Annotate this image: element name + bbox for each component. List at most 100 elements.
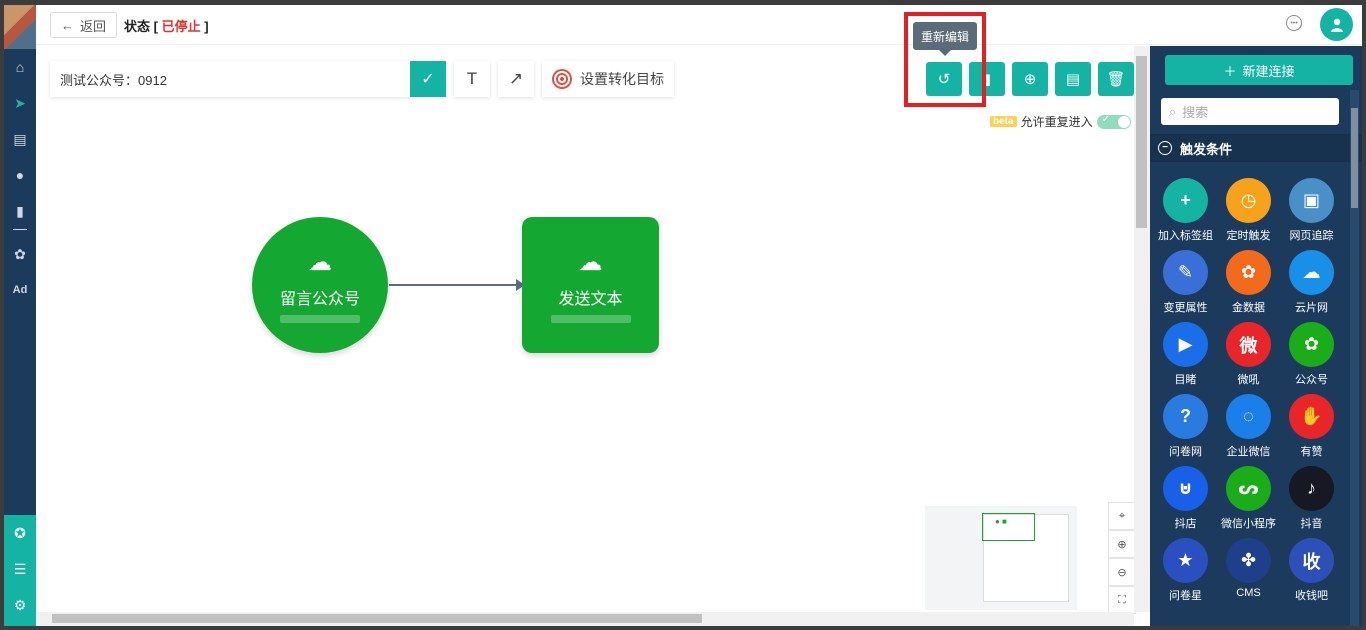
send-icon[interactable]: ➤ [4, 85, 36, 121]
reentry-toggle[interactable]: ✓ [1096, 114, 1131, 129]
component-item[interactable]: 微微吼 [1217, 322, 1280, 394]
plus-icon: ＋ [1223, 63, 1237, 79]
message-icon[interactable]: ••• [1286, 15, 1302, 31]
component-item[interactable]: ✿ 金数据 [1217, 250, 1280, 322]
component-icon: ♪ [1289, 466, 1334, 511]
wechat-icon[interactable]: ✿ [4, 236, 36, 272]
trigger-section-header[interactable]: − 触发条件 [1150, 134, 1362, 162]
node-label: 留言公众号 [279, 290, 360, 308]
status-value: 已停止 [161, 19, 201, 34]
back-button[interactable]: ← 返回 [50, 12, 118, 38]
zoom-in-icon: ⊕ [1117, 538, 1127, 551]
component-item[interactable]: ✎ 变更属性 [1154, 250, 1217, 322]
fit-button[interactable]: ⛶ [1108, 586, 1136, 614]
avatar[interactable] [1320, 8, 1353, 41]
home-icon[interactable]: ⌂ [4, 49, 36, 85]
new-connection-button[interactable]: ＋ 新建连接 [1165, 55, 1353, 85]
component-item[interactable]: ▶ 目睹 [1154, 322, 1217, 394]
scroll-thumb[interactable] [1136, 56, 1147, 228]
search-placeholder: 搜索 [1182, 105, 1209, 120]
panel-scrollbar[interactable] [1350, 90, 1359, 626]
arrow-tool-button[interactable]: ↗ [498, 61, 534, 97]
share-icon[interactable]: ✪ [4, 515, 36, 551]
header: ← 返回 状态 [ 已停止 ] ••• [36, 5, 1362, 45]
flow-name-input[interactable]: 测试公众号：0912 [50, 61, 410, 97]
component-item[interactable]: ✿ 公众号 [1280, 322, 1343, 394]
add-button[interactable]: ⊕ [1012, 62, 1048, 96]
app-logo [4, 5, 36, 49]
nav-divider [13, 229, 27, 230]
layout-icon[interactable]: ▤ [4, 121, 36, 157]
action-node[interactable]: ☁ 发送文本 [522, 217, 659, 353]
component-item[interactable]: ✋ 有赞 [1280, 394, 1343, 466]
node-sublabel-blurred [280, 314, 360, 323]
component-item[interactable]: ⊍ 抖店 [1154, 466, 1217, 538]
set-goal-button[interactable]: 设置转化目标 [542, 61, 674, 97]
beta-badge: beta [990, 116, 1017, 127]
zoom-tools: ⌖ ⊕ ⊖ ⛶ [1108, 502, 1136, 614]
component-icon: ✋ [1289, 394, 1334, 439]
component-label: 抖店 [1174, 518, 1197, 530]
chart-icon[interactable]: ▮ [4, 193, 36, 229]
minimap-viewport[interactable]: ● ■ [982, 513, 1035, 541]
arrow-icon: ↗ [508, 69, 524, 88]
component-item[interactable]: ▣ 网页追踪 [1280, 178, 1343, 250]
section-title: 触发条件 [1180, 141, 1233, 157]
component-icon: ▣ [1289, 178, 1334, 223]
search-input[interactable]: ⌕ 搜索 [1161, 98, 1339, 125]
component-item[interactable]: ♪ 抖音 [1280, 466, 1343, 538]
flow-canvas[interactable]: 测试公众号：0912 ✓ T ↗ 设置转化目标 重新编辑 ↺ ▮ ⊕ ▤ 🗑 b… [36, 12, 1136, 614]
server-icon[interactable]: ☰ [4, 551, 36, 587]
component-item[interactable]: ☁ 云片网 [1280, 250, 1343, 322]
layout-button[interactable]: ▤ [1055, 62, 1091, 96]
trigger-node[interactable]: ☁ 留言公众号 [252, 217, 388, 353]
node-label: 发送文本 [558, 290, 623, 308]
text-tool-button[interactable]: T [454, 61, 490, 97]
fit-icon: ⛶ [1118, 593, 1126, 606]
zoom-in-button[interactable]: ⊕ [1108, 530, 1136, 558]
canvas-toolbar: 测试公众号：0912 ✓ T ↗ 设置转化目标 [50, 61, 674, 97]
component-label: CMS [1236, 587, 1261, 599]
scroll-thumb[interactable] [52, 614, 702, 623]
component-item[interactable]: ✤ CMS [1217, 538, 1280, 610]
component-item[interactable]: ◷ 定时触发 [1217, 178, 1280, 250]
annotation-highlight-box [904, 12, 986, 107]
status-prefix: 状态 [ [124, 19, 158, 34]
zoom-out-button[interactable]: ⊖ [1108, 558, 1136, 586]
reentry-label: 允许重复进入 [1020, 115, 1093, 129]
locate-button[interactable]: ⌖ [1108, 502, 1136, 530]
component-label: 云片网 [1295, 302, 1328, 314]
canvas-vertical-scrollbar[interactable] [1134, 46, 1150, 612]
component-item[interactable]: ◌ 企业微信 [1217, 394, 1280, 466]
minimap[interactable]: ● ■ [925, 506, 1077, 610]
component-item[interactable]: ? 问卷网 [1154, 394, 1217, 466]
toggle-knob [1117, 115, 1130, 128]
component-item[interactable]: ᔕ 微信小程序 [1217, 466, 1280, 538]
target-icon [552, 69, 572, 89]
delete-button[interactable]: 🗑 [1098, 62, 1134, 96]
canvas-horizontal-scrollbar[interactable] [36, 612, 1134, 626]
component-icon: ᔕ [1226, 466, 1271, 511]
component-icon: ✿ [1289, 322, 1334, 367]
user-avatar-icon [1330, 18, 1343, 32]
component-grid: + 加入标签组 ◷ 定时触发 ▣ 网页追踪 ✎ 变更属性 ✿ 金数据 ☁ 云片网 ▶ 目睹微微吼 ✿ 公众号?… [1154, 178, 1346, 610]
component-icon: ☁ [1289, 250, 1334, 295]
check-icon: ✓ [421, 71, 435, 88]
component-label: 问卷星 [1169, 590, 1202, 602]
user-icon[interactable]: ● [4, 157, 36, 193]
settings-icon[interactable]: ⚙ [4, 587, 36, 623]
component-label: 网页追踪 [1289, 230, 1334, 242]
flow-connector[interactable] [389, 279, 525, 291]
component-item[interactable]: ★ 问卷星 [1154, 538, 1217, 610]
confirm-name-button[interactable]: ✓ [410, 61, 446, 97]
component-item[interactable]: + 加入标签组 [1154, 178, 1217, 250]
wechat-icon: ☁ [308, 248, 332, 276]
text-icon: T [466, 69, 478, 88]
trash-icon: 🗑 [1106, 71, 1126, 88]
ad-icon[interactable]: Ad [4, 272, 36, 308]
component-icon: 微 [1226, 322, 1271, 367]
component-icon: ✎ [1163, 250, 1208, 295]
component-item[interactable]: 收收钱吧 [1280, 538, 1343, 610]
scroll-thumb[interactable] [1351, 108, 1358, 208]
component-label: 抖音 [1300, 518, 1323, 530]
